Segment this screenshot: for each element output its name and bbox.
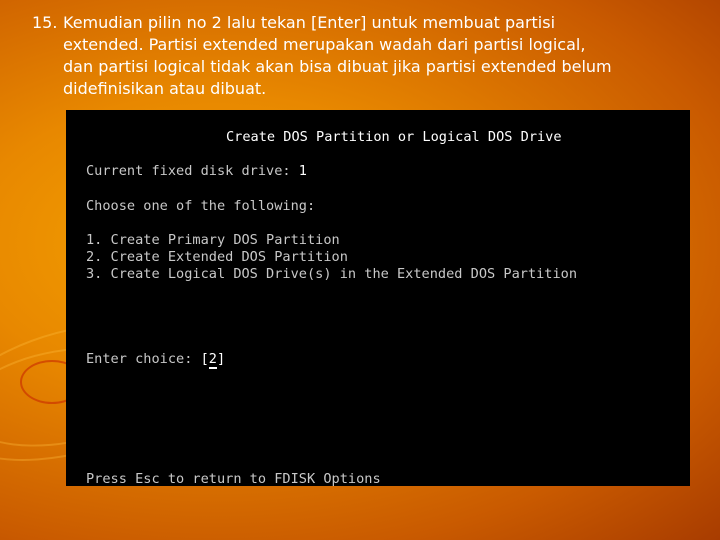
current-drive-row: Current fixed disk drive: 1 bbox=[86, 163, 307, 179]
instruction-line: dan partisi logical tidak akan bisa dibu… bbox=[63, 57, 612, 76]
choose-prompt: Choose one of the following: bbox=[86, 198, 316, 214]
enter-choice-row: Enter choice: [2] bbox=[86, 351, 226, 369]
choice-bracket-close: ] bbox=[216, 351, 226, 367]
menu-option-1[interactable]: 1. Create Primary DOS Partition bbox=[86, 232, 340, 248]
footer-hint: Press Esc to return to FDISK Options bbox=[86, 471, 381, 487]
menu-option-2[interactable]: 2. Create Extended DOS Partition bbox=[86, 249, 348, 265]
current-drive-value: 1 bbox=[298, 163, 307, 179]
instruction-line: didefinisikan atau dibuat. bbox=[63, 79, 267, 98]
menu-option-3[interactable]: 3. Create Logical DOS Drive(s) in the Ex… bbox=[86, 266, 577, 282]
instruction-line: extended. Partisi extended merupakan wad… bbox=[63, 35, 586, 54]
step-number: 15. bbox=[32, 13, 58, 32]
current-drive-label: Current fixed disk drive: bbox=[86, 163, 299, 179]
instruction-paragraph: 15. Kemudian pilin no 2 lalu tekan [Ente… bbox=[32, 12, 702, 100]
choice-bracket-open: [ bbox=[200, 351, 209, 367]
fdisk-screen: Create DOS Partition or Logical DOS Driv… bbox=[66, 110, 690, 487]
enter-choice-label: Enter choice: bbox=[86, 351, 201, 367]
choice-input[interactable]: 2 bbox=[208, 351, 217, 369]
instruction-line: Kemudian pilin no 2 lalu tekan [Enter] u… bbox=[63, 13, 556, 32]
screen-title: Create DOS Partition or Logical DOS Driv… bbox=[226, 129, 562, 145]
